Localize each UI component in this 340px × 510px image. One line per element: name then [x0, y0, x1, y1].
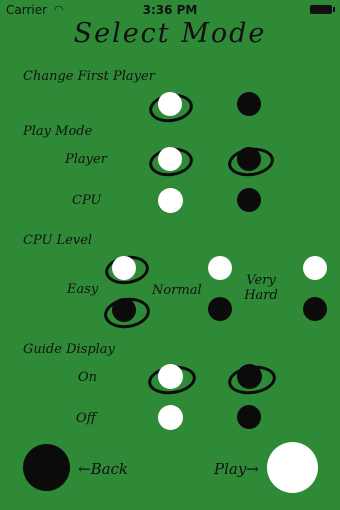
player-black-stone[interactable]: [237, 147, 261, 171]
very-hard-line2: Hard: [244, 288, 278, 303]
very-hard-line1: Very: [246, 273, 276, 288]
cpu-easy-white-stone[interactable]: [112, 256, 136, 280]
option-player-label: Player: [65, 152, 107, 167]
section-play-mode: Play Mode: [23, 124, 93, 139]
status-bar: Carrier ◠ 3:36 PM: [0, 0, 340, 20]
option-normal-label: Normal: [152, 283, 202, 298]
guide-off-white-stone[interactable]: [158, 405, 183, 430]
play-label: Play→: [214, 460, 259, 478]
first-player-black-stone[interactable]: [237, 92, 261, 116]
cpu-white-stone[interactable]: [158, 188, 183, 213]
battery-icon: [310, 5, 335, 14]
cpu-normal-black-stone[interactable]: [208, 297, 232, 321]
section-guide-display: Guide Display: [23, 342, 115, 357]
page-title: Select Mode: [73, 18, 267, 49]
first-player-white-stone[interactable]: [158, 92, 182, 116]
option-cpu-label: CPU: [72, 193, 102, 208]
guide-on-black-stone[interactable]: [237, 364, 262, 389]
back-label: ←Back: [78, 460, 129, 478]
section-cpu-level: CPU Level: [23, 233, 93, 248]
option-easy-label: Easy: [67, 282, 99, 297]
cpu-normal-white-stone[interactable]: [208, 256, 232, 280]
option-on-label: On: [78, 370, 98, 385]
status-time: 3:36 PM: [142, 3, 198, 17]
guide-on-white-stone[interactable]: [158, 364, 183, 389]
cpu-veryhard-black-stone[interactable]: [303, 297, 327, 321]
option-off-label: Off: [76, 411, 96, 426]
cpu-easy-black-stone[interactable]: [112, 298, 136, 322]
section-change-first-player: Change First Player: [23, 69, 155, 84]
cpu-veryhard-white-stone[interactable]: [303, 256, 327, 280]
back-button[interactable]: [23, 444, 70, 491]
player-white-stone[interactable]: [158, 147, 182, 171]
option-very-hard-label: Very Hard: [240, 273, 282, 303]
play-button[interactable]: [267, 442, 318, 493]
guide-off-black-stone[interactable]: [237, 405, 261, 429]
cpu-black-stone[interactable]: [237, 188, 261, 212]
